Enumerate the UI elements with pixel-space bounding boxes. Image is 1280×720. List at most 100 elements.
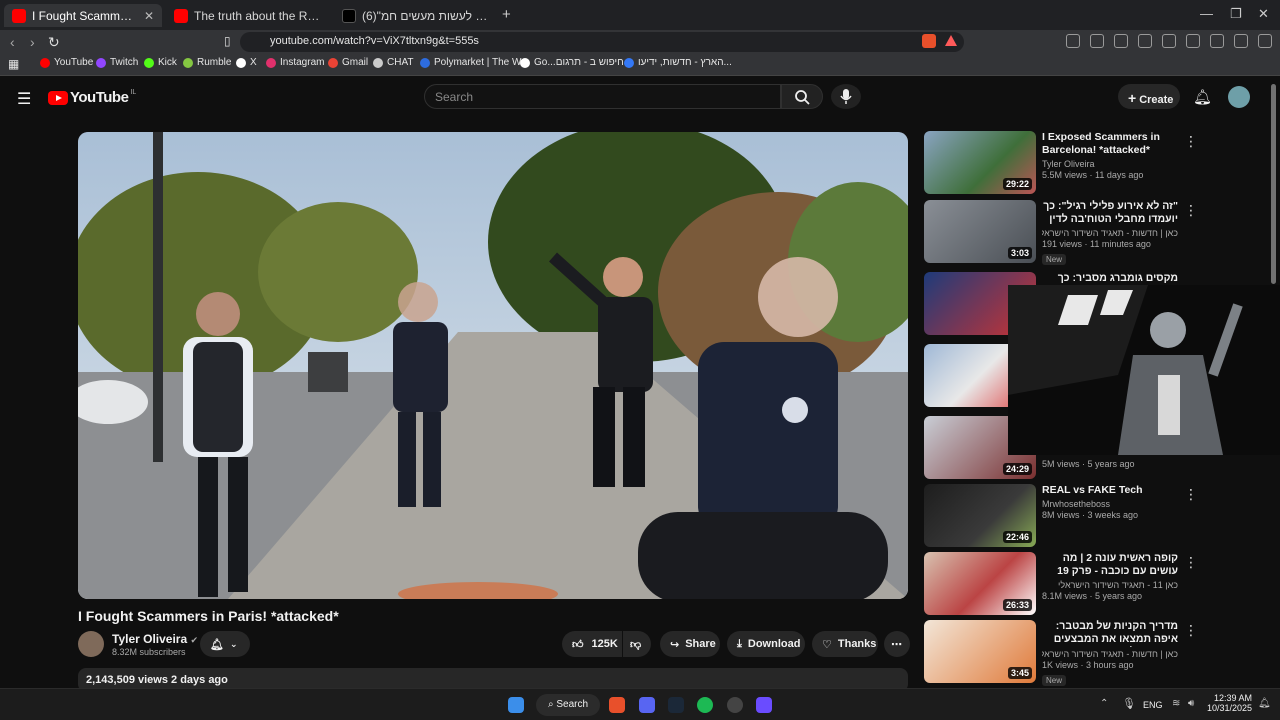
voice-search-button[interactable] bbox=[831, 84, 861, 109]
scrollbar[interactable] bbox=[1271, 84, 1276, 284]
bookmark-rumble[interactable]: Rumble bbox=[183, 57, 231, 68]
video-thumbnail: 29:22 bbox=[924, 131, 1036, 194]
download-button[interactable]: ⤓ Download bbox=[727, 631, 805, 657]
youtube-logo[interactable]: YouTube IL bbox=[48, 89, 136, 106]
extension-icon[interactable] bbox=[1066, 34, 1080, 48]
steam-icon[interactable] bbox=[668, 697, 684, 713]
more-actions-button[interactable]: ⋯ bbox=[884, 631, 910, 657]
forward-icon[interactable]: › bbox=[30, 34, 35, 50]
youtube-page: ☰ YouTube IL Search + Create 🔔︎ I Fought… bbox=[0, 76, 1280, 692]
subscriber-count: 8.32M subscribers bbox=[112, 647, 186, 657]
brave-rewards-icon[interactable] bbox=[945, 35, 957, 46]
close-window-button[interactable]: ✕ bbox=[1258, 6, 1269, 22]
wifi-icon[interactable]: ≋ bbox=[1172, 698, 1180, 709]
bookmark-youtube[interactable]: YouTube bbox=[40, 57, 93, 68]
tab-tiktok[interactable]: (6)"בהחלט אפשר לעשות מעשים חמ bbox=[334, 4, 498, 27]
bookmark-chat[interactable]: CHAT bbox=[373, 57, 413, 68]
minimize-button[interactable]: — bbox=[1200, 6, 1213, 21]
recommendation-item[interactable]: 29:22 I Exposed Scammers in Barcelona! *… bbox=[924, 131, 1264, 195]
recommendation-item[interactable]: 26:33 קופה ראשית עונה 2 | מה עושים עם כו… bbox=[924, 552, 1264, 616]
bookmark-x[interactable]: X bbox=[236, 57, 257, 68]
windows-start-icon[interactable] bbox=[508, 697, 524, 713]
wallet-icon[interactable] bbox=[1210, 34, 1224, 48]
search-button[interactable] bbox=[781, 84, 823, 109]
microphone-icon[interactable]: 🎙︎ bbox=[1122, 697, 1136, 710]
chevron-down-icon: ⌄ bbox=[229, 638, 238, 649]
reload-icon[interactable]: ↻ bbox=[48, 34, 60, 51]
recommendation-item[interactable]: 3:03 "זה לא אירוע פלילי רגיל": כך יועמדו… bbox=[924, 200, 1264, 265]
bookmark-kick[interactable]: Kick bbox=[144, 57, 177, 68]
share-icon: ↪ bbox=[670, 638, 680, 651]
browser-tab-bar: I Fought Scammers in Paris! *a ✕ The tru… bbox=[0, 0, 1280, 30]
more-vert-icon[interactable]: ⋮ bbox=[1184, 486, 1198, 503]
vpn-icon[interactable] bbox=[1258, 34, 1272, 48]
taskbar-search[interactable]: ⌕ Search bbox=[536, 694, 600, 716]
brave-icon[interactable] bbox=[609, 697, 625, 713]
puzzle-icon[interactable] bbox=[1114, 34, 1128, 48]
thanks-button[interactable]: ♡ Thanks bbox=[812, 631, 878, 657]
close-tab-icon[interactable]: ✕ bbox=[144, 9, 154, 23]
microphone-icon bbox=[840, 89, 852, 104]
polymarket-icon bbox=[420, 57, 430, 68]
clock[interactable]: 12:39 AM 10/31/2025 bbox=[1206, 693, 1252, 713]
more-vert-icon[interactable]: ⋮ bbox=[1184, 133, 1198, 150]
rumble-icon bbox=[183, 57, 193, 68]
bookmark-icon[interactable]: ▯ bbox=[224, 34, 231, 48]
share-button[interactable]: ↪ Share bbox=[660, 631, 720, 657]
app-icon[interactable] bbox=[756, 697, 772, 713]
more-vert-icon[interactable]: ⋮ bbox=[1184, 554, 1198, 571]
language-indicator[interactable]: ENG bbox=[1143, 700, 1163, 710]
notification-icon[interactable]: 🔔︎ bbox=[1258, 698, 1271, 709]
bookmark-twitch[interactable]: Twitch bbox=[96, 57, 138, 68]
youtube-icon bbox=[40, 57, 50, 68]
create-button[interactable]: + Create bbox=[1118, 84, 1180, 109]
youtube-favicon-icon bbox=[12, 8, 26, 23]
taskbar: ⌕ Search ⌃ 🎙︎ ENG ≋ 🔊︎ 12:39 AM 10/31/20… bbox=[0, 688, 1280, 720]
more-vert-icon[interactable]: ⋮ bbox=[1184, 202, 1198, 219]
shield-icon[interactable] bbox=[1090, 34, 1104, 48]
tiktok-favicon-icon bbox=[342, 8, 356, 23]
bookmark-polymarket[interactable]: Polymarket | The W... bbox=[420, 57, 529, 68]
recommendation-item[interactable]: 3:45 מדריך הקניות של מבטבר: איפה תמצאו א… bbox=[924, 620, 1264, 686]
hamburger-menu-icon[interactable]: ☰ bbox=[17, 89, 31, 109]
discord-icon[interactable] bbox=[639, 697, 655, 713]
volume-icon[interactable]: 🔊︎ bbox=[1188, 698, 1194, 709]
verified-check-icon: ✔ bbox=[190, 635, 199, 645]
notifications-bell-icon[interactable]: 🔔︎ bbox=[1193, 88, 1212, 106]
sidebar-icon[interactable] bbox=[1186, 34, 1200, 48]
thumbs-down-icon: 👎︎ bbox=[630, 638, 642, 651]
music-icon[interactable] bbox=[1162, 34, 1176, 48]
plus-icon: + bbox=[1128, 90, 1137, 106]
dislike-button[interactable]: 👎︎ bbox=[623, 631, 651, 657]
avatar[interactable] bbox=[1228, 86, 1250, 108]
more-vert-icon[interactable]: ⋮ bbox=[1184, 622, 1198, 639]
bookmark-haaretz[interactable]: הארץ - חדשות, ידיעו... bbox=[624, 57, 732, 68]
brave-shield-icon[interactable] bbox=[922, 34, 936, 48]
back-icon[interactable]: ‹ bbox=[10, 34, 15, 50]
ai-icon[interactable] bbox=[1234, 34, 1248, 48]
spotify-icon[interactable] bbox=[697, 697, 713, 713]
thumbs-up-icon: 👍︎ bbox=[572, 638, 584, 651]
channel-avatar[interactable] bbox=[78, 631, 104, 657]
tab-youtube-video[interactable]: I Fought Scammers in Paris! *a ✕ bbox=[4, 4, 162, 27]
chevron-up-icon[interactable]: ⌃ bbox=[1100, 698, 1108, 709]
maximize-button[interactable]: ❐ bbox=[1230, 6, 1242, 22]
subscription-bell-button[interactable]: 🔔︎ ⌄ bbox=[200, 631, 250, 657]
bookmark-google-translate[interactable]: Go...חיפוש ב - תרגום bbox=[520, 57, 624, 68]
screenshot-icon[interactable] bbox=[1138, 34, 1152, 48]
tab-roman-salute[interactable]: The truth about the Roman salute #s bbox=[166, 4, 330, 27]
app-icon[interactable] bbox=[727, 697, 743, 713]
video-player[interactable] bbox=[78, 132, 908, 599]
bookmark-gmail[interactable]: Gmail bbox=[328, 57, 368, 68]
search-input[interactable]: Search bbox=[424, 84, 781, 109]
url-field[interactable]: youtube.com/watch?v=ViX7tltxn9g&t=555s bbox=[240, 32, 964, 52]
apps-grid-icon[interactable]: ▦ bbox=[8, 57, 19, 71]
like-button[interactable]: 👍︎ 125K bbox=[562, 631, 622, 657]
recommendation-item[interactable]: 22:46 REAL vs FAKE Tech Mrwhosetheboss 8M … bbox=[924, 484, 1264, 548]
bookmark-instagram[interactable]: Instagram bbox=[266, 57, 324, 68]
x-icon bbox=[236, 57, 246, 68]
channel-name[interactable]: Tyler Oliveira ✔ bbox=[112, 632, 198, 646]
bookmarks-bar: ▦ YouTube Twitch Kick Rumble X Instagram… bbox=[0, 54, 1280, 76]
new-tab-button[interactable]: + bbox=[502, 6, 511, 23]
video-thumbnail: 3:45 bbox=[924, 620, 1036, 683]
